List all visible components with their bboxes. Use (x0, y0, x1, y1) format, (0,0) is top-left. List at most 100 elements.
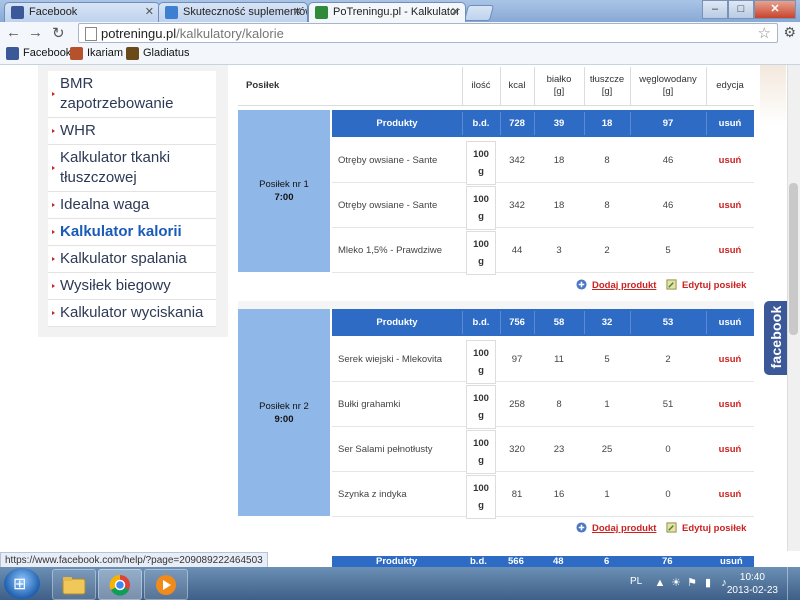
meal-block: Posiłek nr 1 7:00 Produkty b.d. 728 39 1… (238, 110, 754, 300)
tab-label: Facebook (29, 6, 78, 18)
close-icon[interactable]: ✕ (451, 5, 460, 18)
meal-name: Posiłek nr 2 (259, 400, 309, 412)
facebook-side-tab[interactable]: facebook (764, 301, 788, 375)
maximize-button[interactable]: □ (728, 0, 754, 19)
delete-meal-link[interactable]: usuń (706, 110, 754, 137)
clock-time: 10:40 (739, 572, 765, 583)
product-carbs: 0 (665, 443, 671, 455)
page-content: BMR zapotrzebowanie WHR Kalkulator tkank… (0, 65, 800, 551)
delete-product-link[interactable]: usuń (706, 138, 754, 182)
delete-product-link[interactable]: usuń (706, 183, 754, 227)
qty-field[interactable]: 100 g (466, 340, 496, 384)
bookmark-gladiatus[interactable]: Gladiatus (126, 47, 189, 60)
summary-qty: b.d. (472, 118, 490, 129)
arrow-up-icon[interactable]: ▲ (654, 577, 666, 589)
header-edit: edycja (716, 80, 744, 91)
weather-icon[interactable]: ☀ (670, 577, 682, 589)
sidebar-item-label: Kalkulator spalania (60, 250, 187, 267)
product-fat: 8 (604, 199, 610, 211)
add-icon (576, 279, 587, 290)
scrollbar-thumb[interactable] (789, 183, 798, 335)
delete-product-link[interactable]: usuń (706, 427, 754, 471)
bookmark-ikariam[interactable]: Ikariam (70, 47, 123, 60)
product-protein: 23 (553, 443, 565, 455)
meal-name: Posiłek nr 1 (259, 179, 309, 190)
qty-field[interactable]: 100 g (466, 186, 496, 230)
header-fat: tłuszcze [g] (589, 74, 625, 97)
qty-field[interactable]: 100 g (466, 385, 496, 429)
meal-actions: Dodaj produkt Edytuj posiłek (332, 516, 754, 542)
delete-product-link[interactable]: usuń (706, 382, 754, 426)
facebook-tab-label: facebook (768, 305, 784, 369)
taskbar-media-player[interactable] (144, 569, 188, 600)
reload-button[interactable]: ↻ (52, 24, 65, 42)
edit-meal-link[interactable]: Edytuj posiłek (666, 522, 746, 534)
table-row: Otręby owsiane - Sante 100 g 342 18 8 46 … (332, 183, 754, 230)
tab-potreningu[interactable]: PoTreningu.pl - Kalkulator ✕ (308, 2, 466, 22)
sidebar-item-label: Idealna waga (60, 196, 150, 213)
product-kcal: 342 (509, 154, 525, 166)
back-button[interactable]: ← (6, 24, 21, 41)
play-icon (156, 574, 176, 595)
meal-label: Posiłek nr 1 7:00 (238, 110, 330, 272)
product-carbs: 2 (665, 353, 671, 365)
show-desktop-button[interactable] (787, 567, 800, 600)
add-product-link[interactable]: Dodaj produkt (576, 522, 656, 534)
bookmark-facebook[interactable]: Facebook (6, 47, 71, 60)
forward-button[interactable]: → (28, 24, 43, 41)
qty-field[interactable]: 100 g (466, 231, 496, 275)
url-text: potreningu.pl/kalkulatory/kalorie (101, 26, 284, 41)
summary-fat: 18 (601, 118, 613, 129)
table-row: Bułki grahamki 100 g 258 8 1 51 usuń (332, 382, 754, 429)
sidebar-item-burning[interactable]: Kalkulator spalania (48, 246, 216, 273)
sidebar-item-whr[interactable]: WHR (48, 118, 216, 145)
chrome-icon (109, 574, 130, 596)
sidebar-item-running[interactable]: Wysiłek biegowy (48, 273, 216, 300)
summary-fat: 6 (604, 556, 610, 567)
sidebar-item-calories[interactable]: Kalkulator kalorii (48, 219, 216, 246)
product-kcal: 342 (509, 199, 525, 211)
address-bar[interactable]: potreningu.pl/kalkulatory/kalorie ☆ (78, 23, 778, 43)
close-icon[interactable]: ✕ (293, 5, 302, 18)
product-protein: 16 (553, 488, 565, 500)
delete-meal-link[interactable]: usuń (720, 556, 743, 567)
table-row: Mleko 1,5% - Prawdziwe 100 g 44 3 2 5 usu… (332, 228, 754, 275)
tab-facebook[interactable]: Facebook ✕ (4, 2, 160, 22)
start-button[interactable]: ⊞ (4, 568, 40, 599)
product-carbs: 0 (665, 488, 671, 500)
taskbar-explorer[interactable] (52, 569, 96, 600)
product-fat: 25 (601, 443, 613, 455)
product-name: Mleko 1,5% - Prawdziwe (338, 244, 443, 256)
edit-meal-link[interactable]: Edytuj posiłek (666, 279, 746, 291)
delete-product-link[interactable]: usuń (706, 228, 754, 272)
sidebar-item-bench-press[interactable]: Kalkulator wyciskania (48, 300, 216, 327)
new-tab-button[interactable] (463, 5, 495, 21)
close-window-button[interactable]: ✕ (754, 0, 796, 19)
sidebar-item-body-fat[interactable]: Kalkulator tkanki tłuszczowej (48, 145, 216, 192)
clock[interactable]: 10:40 2013-02-23 (727, 571, 778, 597)
minimize-button[interactable]: – (702, 0, 728, 19)
qty-field[interactable]: 100 g (466, 141, 496, 185)
qty-field[interactable]: 100 g (466, 475, 496, 519)
meal-summary-row: Produkty b.d. 756 58 32 53 usuń (332, 309, 754, 336)
tab-skutecznosc[interactable]: Skuteczność suplementów ✕ (158, 2, 308, 22)
sidebar-item-ideal-weight[interactable]: Idealna waga (48, 192, 216, 219)
product-fat: 1 (604, 488, 610, 500)
add-product-link[interactable]: Dodaj produkt (576, 279, 656, 291)
delete-product-link[interactable]: usuń (706, 337, 754, 381)
close-icon[interactable]: ✕ (145, 5, 154, 18)
delete-meal-link[interactable]: usuń (706, 309, 754, 336)
sidebar-item-bmr[interactable]: BMR zapotrzebowanie (48, 71, 216, 118)
product-carbs: 51 (662, 398, 674, 410)
language-indicator[interactable]: PL (630, 576, 642, 587)
qty-field[interactable]: 100 g (466, 430, 496, 474)
product-kcal: 97 (511, 353, 523, 365)
page-icon (85, 27, 97, 41)
flag-icon[interactable]: ⚑ (686, 577, 698, 589)
delete-product-link[interactable]: usuń (706, 472, 754, 516)
facebook-icon (6, 47, 19, 60)
network-icon[interactable]: ▮ (702, 577, 714, 589)
taskbar-chrome[interactable] (98, 569, 142, 600)
bookmark-star-icon[interactable]: ☆ (758, 24, 771, 42)
wrench-icon[interactable]: ⚙ (783, 24, 796, 41)
